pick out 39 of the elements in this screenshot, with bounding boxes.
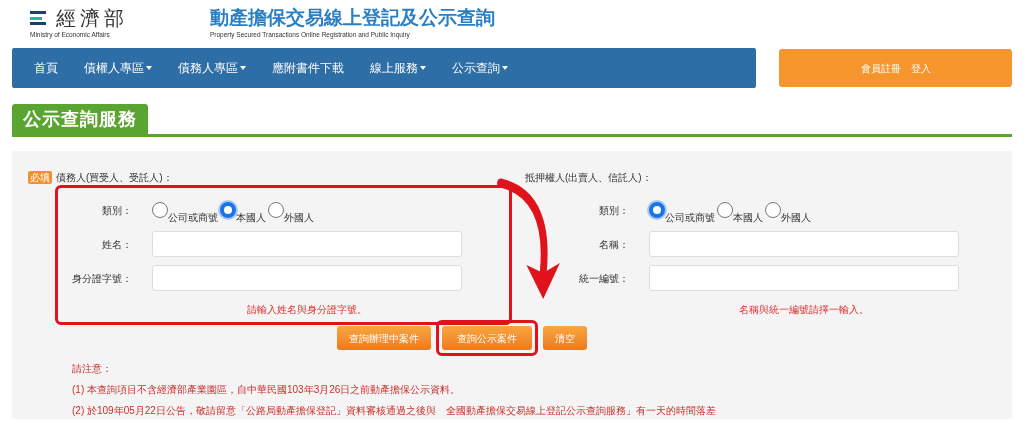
nav-link[interactable]: 債權人專區	[84, 59, 152, 77]
field-label: 類別：	[598, 203, 629, 218]
nav-link[interactable]: 線上服務	[370, 59, 426, 77]
hint-text: 請輸入姓名與身分證字號。	[246, 302, 368, 317]
ministry-name: 經濟部	[56, 6, 128, 30]
radio-label: 本國人	[236, 212, 266, 223]
radio-button[interactable]	[717, 202, 733, 218]
nav-link[interactable]: 應附書件下載	[272, 59, 344, 77]
field-label: 類別：	[101, 203, 132, 218]
radio-button[interactable]	[220, 202, 236, 218]
field-label: 姓名：	[101, 237, 132, 252]
text-input-field[interactable]	[649, 231, 959, 257]
radio-button[interactable]	[152, 202, 168, 218]
radio-button[interactable]	[649, 202, 665, 218]
nav-link[interactable]: 首頁	[34, 59, 58, 77]
site-title: 動產擔保交易線上登記及公示查詢	[210, 6, 495, 30]
nav-link[interactable]: 債務人專區	[178, 59, 246, 77]
field-label: 名稱：	[598, 237, 629, 252]
hint-text: 名稱與統一編號請擇一輸入。	[738, 302, 870, 317]
nav-link[interactable]: 公示查詢	[452, 59, 508, 77]
radio-label: 外國人	[781, 212, 811, 223]
ministry-logo-icon	[30, 10, 46, 26]
radio-label: 公司或商號	[168, 212, 218, 223]
text-input-field[interactable]	[152, 231, 462, 257]
party-heading: 債務人(買受人、受託人)：	[56, 170, 173, 185]
radio-button[interactable]	[765, 202, 781, 218]
text-input-field[interactable]	[649, 265, 959, 291]
note-text: (1) 本查詢項目不含經濟部產業園區，自中華民國103年3月26日之前動產擔保公示資料。	[72, 383, 462, 397]
note-text: (2) 於109年05月22日公告，敬請留意「公路局動產擔保登記」資料審核通過之後與 全國動產擔保交易線上登記公示查詢服務」有一天的時間落差	[72, 404, 717, 418]
notes-heading: 請注意：	[72, 362, 113, 376]
field-label: 身分證字號：	[71, 271, 132, 286]
party-heading: 抵押權人(出賣人、信託人)：	[525, 170, 652, 185]
radio-label: 公司或商號	[665, 212, 715, 223]
field-label: 統一編號：	[578, 271, 629, 286]
radio-label: 本國人	[733, 212, 763, 223]
required-badge: 必填	[28, 170, 52, 184]
radio-button[interactable]	[268, 202, 284, 218]
radio-label: 外國人	[284, 212, 314, 223]
text-input-field[interactable]	[152, 265, 462, 291]
